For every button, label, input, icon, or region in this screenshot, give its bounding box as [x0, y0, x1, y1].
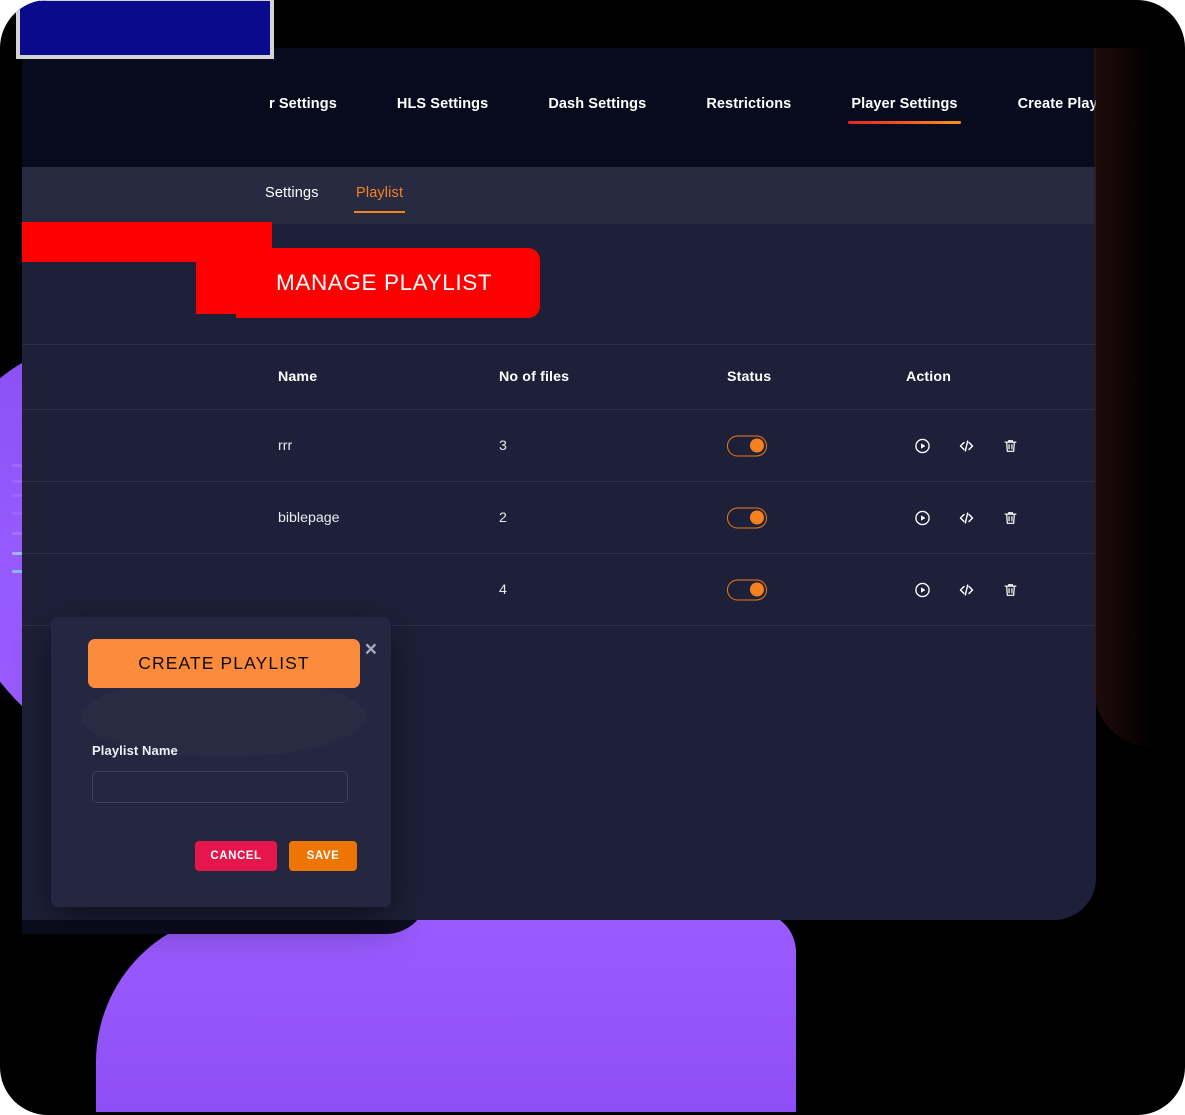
modal-title: CREATE PLAYLIST — [138, 653, 310, 673]
cell-name: rrr — [278, 437, 293, 454]
close-icon[interactable]: × — [365, 639, 377, 660]
sub-tab-bar: Settings Playlist — [22, 167, 1096, 224]
column-header-status: Status — [727, 369, 772, 385]
create-playlist-modal: CREATE PLAYLIST × Playlist Name CANCEL S… — [51, 617, 391, 907]
manage-playlist-ribbon: MANAGE PLAYLIST — [0, 222, 560, 330]
code-icon[interactable] — [958, 581, 975, 598]
trash-icon[interactable] — [1002, 509, 1019, 526]
purple-blob-bottom — [96, 912, 796, 1112]
top-nav-items: r Settings HLS Settings Dash Settings Re… — [269, 48, 1096, 167]
column-header-files: No of files — [499, 369, 570, 385]
nav-item-player-settings[interactable]: Player Settings — [848, 96, 961, 124]
cancel-button[interactable]: CANCEL — [195, 841, 277, 871]
tab-settings[interactable]: Settings — [265, 185, 319, 201]
card-edge-shadow — [1094, 48, 1154, 748]
save-button[interactable]: SAVE — [289, 841, 357, 871]
nav-item-restrictions[interactable]: Restrictions — [706, 96, 791, 120]
play-circle-icon[interactable] — [914, 437, 931, 454]
row-actions — [914, 581, 1019, 598]
column-header-name: Name — [278, 369, 318, 385]
top-navigation-bar: r Settings HLS Settings Dash Settings Re… — [22, 48, 1096, 167]
tab-playlist[interactable]: Playlist — [353, 185, 406, 213]
logo-placeholder — [16, 0, 274, 59]
nav-item-hls-settings[interactable]: HLS Settings — [397, 96, 488, 120]
cell-files: 4 — [499, 581, 507, 598]
table-row: biblepage 2 — [22, 482, 1096, 554]
ribbon-label: MANAGE PLAYLIST — [276, 270, 493, 295]
code-icon[interactable] — [958, 509, 975, 526]
nav-item-r-settings[interactable]: r Settings — [269, 96, 337, 120]
nav-item-create-player[interactable]: Create Player — [1018, 96, 1096, 120]
modal-header: CREATE PLAYLIST — [88, 639, 360, 688]
table-row: 4 — [22, 554, 1096, 626]
cell-files: 3 — [499, 437, 507, 454]
table-header-row: Name No of files Status Action — [22, 344, 1096, 410]
status-toggle[interactable] — [727, 507, 767, 528]
playlist-name-label: Playlist Name — [92, 743, 178, 758]
cell-files: 2 — [499, 509, 507, 526]
app-stage: files ion ◉ </> r Settings HLS Settings … — [0, 0, 1185, 1115]
row-actions — [914, 509, 1019, 526]
row-actions — [914, 437, 1019, 454]
playlist-name-input[interactable] — [92, 771, 348, 803]
nav-item-dash-settings[interactable]: Dash Settings — [548, 96, 646, 120]
code-icon[interactable] — [958, 437, 975, 454]
play-circle-icon[interactable] — [914, 509, 931, 526]
table-row: rrr 3 — [22, 410, 1096, 482]
cell-name: biblepage — [278, 509, 340, 526]
play-circle-icon[interactable] — [914, 581, 931, 598]
trash-icon[interactable] — [1002, 581, 1019, 598]
trash-icon[interactable] — [1002, 437, 1019, 454]
status-toggle[interactable] — [727, 579, 767, 600]
status-toggle[interactable] — [727, 435, 767, 456]
column-header-action: Action — [906, 369, 952, 385]
